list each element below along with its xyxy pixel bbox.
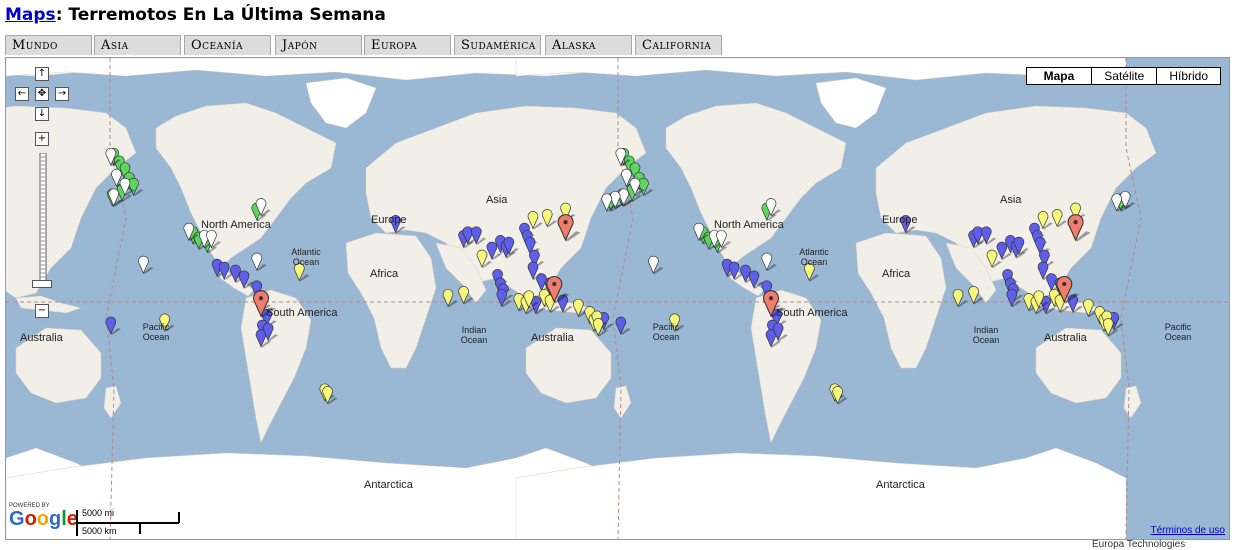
label-europe-1: Europe xyxy=(371,214,407,226)
center-button[interactable]: ✥ xyxy=(35,87,49,101)
tab-asia[interactable]: Asia xyxy=(94,35,181,55)
zoom-slider-track[interactable] xyxy=(37,153,49,285)
pan-right-button[interactable]: → xyxy=(55,87,69,101)
label-pacific-3: Pacific Ocean xyxy=(1164,322,1192,342)
label-pacific-1: Pacific Ocean xyxy=(142,322,170,342)
label-antarctica-2: Antarctica xyxy=(876,479,925,491)
label-australia-3: Australia xyxy=(1044,332,1087,344)
zoom-slider-thumb[interactable] xyxy=(32,280,52,288)
navigation-control: ↑ ← ✥ → ↓ + − xyxy=(6,58,69,328)
label-atlantic-1: Atlantic Ocean xyxy=(291,247,321,267)
label-antarctica-1: Antarctica xyxy=(364,479,413,491)
scale-bar: 5000 mi 5000 km xyxy=(76,508,186,538)
tab-california[interactable]: California xyxy=(635,35,722,55)
pan-up-button[interactable]: ↑ xyxy=(35,67,49,81)
map-type-satelite[interactable]: Satélite xyxy=(1091,68,1157,84)
page-title: Maps: Terremotos En La Última Semana xyxy=(5,5,386,25)
label-atlantic-2: Atlantic Ocean xyxy=(799,247,829,267)
tab-alaska[interactable]: Alaska xyxy=(545,35,632,55)
world-map[interactable] xyxy=(6,58,1230,540)
title-text: : Terremotos En La Última Semana xyxy=(55,5,386,25)
label-north-america-1: North America xyxy=(201,219,271,231)
maps-link[interactable]: Maps xyxy=(5,5,56,25)
google-letter: G xyxy=(9,508,25,530)
terms-of-use-link[interactable]: Términos de uso xyxy=(1151,525,1225,536)
google-letter: g xyxy=(49,508,62,530)
google-letter: o xyxy=(36,508,49,530)
map-type-control: Mapa Satélite Híbrido xyxy=(1025,67,1221,85)
label-australia-1: Australia xyxy=(20,332,63,344)
zoom-in-button[interactable]: + xyxy=(35,132,49,146)
label-pacific-2: Pacific Ocean xyxy=(652,322,680,342)
label-australia-2: Australia xyxy=(531,332,574,344)
label-africa-1: Africa xyxy=(370,268,399,280)
pan-down-button[interactable]: ↓ xyxy=(35,107,49,121)
label-africa-2: Africa xyxy=(882,268,911,280)
google-letter: o xyxy=(24,508,37,530)
label-asia-1: Asia xyxy=(486,194,508,206)
label-indian-2: Indian Ocean xyxy=(972,325,1000,345)
google-wordmark: Google xyxy=(9,508,78,530)
pan-left-button[interactable]: ← xyxy=(15,87,29,101)
tab-europa[interactable]: Europa xyxy=(364,35,451,55)
label-europe-2: Europe xyxy=(882,214,918,226)
tab-mundo[interactable]: Mundo xyxy=(5,35,92,55)
map-type-hibrido[interactable]: Híbrido xyxy=(1156,68,1220,84)
label-north-america-2: North America xyxy=(714,219,784,231)
zoom-out-button[interactable]: − xyxy=(35,304,49,318)
scale-miles: 5000 mi xyxy=(82,508,115,518)
map-canvas[interactable]: North America North America South Americ… xyxy=(5,57,1230,540)
label-south-america-2: South America xyxy=(776,307,848,319)
scale-kilometers: 5000 km xyxy=(82,526,117,536)
tab-japon[interactable]: Japón xyxy=(275,35,362,55)
google-logo[interactable]: POWERED BY Google xyxy=(9,503,79,535)
label-south-america-1: South America xyxy=(266,307,338,319)
tab-sudamerica[interactable]: Sudamérica xyxy=(454,35,541,55)
map-type-mapa[interactable]: Mapa xyxy=(1026,68,1092,84)
label-indian-1: Indian Ocean xyxy=(460,325,488,345)
tab-oceania[interactable]: Oceanía xyxy=(184,35,271,55)
label-asia-2: Asia xyxy=(1000,194,1022,206)
